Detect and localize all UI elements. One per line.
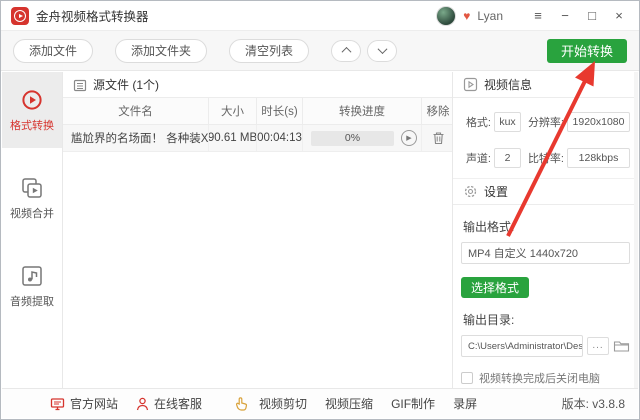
maximize-button[interactable]: □ (582, 8, 602, 23)
file-size: 90.61 MB (209, 125, 257, 151)
open-folder-icon[interactable] (613, 339, 630, 353)
settings-title: 设置 (484, 185, 509, 199)
choose-format-button[interactable]: 选择格式 (461, 277, 530, 298)
move-down-button[interactable] (367, 39, 398, 62)
video-info-title: 视频信息 (484, 78, 533, 92)
preview-play-button[interactable]: ▶ (401, 130, 417, 146)
output-dir-label: 输出目录: (463, 313, 515, 327)
video-info-header: 视频信息 (453, 72, 638, 98)
person-icon (136, 397, 149, 410)
resolution-label: 分辨率: (527, 117, 564, 129)
format-label: 格式: (465, 117, 491, 129)
gear-icon (464, 185, 477, 198)
gif-maker-link[interactable]: GIF制作 (391, 395, 435, 412)
resolution-value[interactable]: 1920x1080 (567, 112, 630, 132)
chevron-down-icon (377, 44, 387, 55)
bitrate-value[interactable]: 128kbps (567, 148, 630, 168)
sidebar-item-video-merge[interactable]: 视频合并 (2, 160, 62, 236)
settings-header: 设置 (453, 179, 638, 205)
table-header: 文件名 大小 时长(s) 转换进度 移除 (63, 98, 452, 125)
col-progress: 转换进度 (303, 98, 422, 124)
move-up-button[interactable] (331, 39, 362, 62)
remove-cell (422, 125, 454, 151)
col-size: 大小 (209, 98, 257, 124)
bitrate-label: 比特率: (527, 153, 564, 165)
video-cut-link[interactable]: 视频剪切 (234, 395, 307, 412)
settings-section: 设置 输出格式: MP4 自定义 1440x720 选择格式 输出目录: C:\… (453, 178, 638, 386)
customer-service-label: 在线客服 (154, 397, 203, 411)
title-bar: 金舟视频格式转换器 ♥ Lyan ≡ − □ × (1, 1, 639, 31)
scrollbar[interactable] (634, 72, 638, 388)
output-format-input[interactable]: MP4 自定义 1440x720 (461, 242, 630, 264)
clear-list-button[interactable]: 清空列表 (229, 38, 310, 63)
output-dir-input[interactable]: C:\Users\Administrator\Deskto (461, 335, 583, 357)
file-list-panel: 源文件 (1个) 文件名 大小 时长(s) 转换进度 移除 尴尬界的名场面！ 各… (63, 72, 453, 388)
hand-pointer-icon (236, 397, 248, 411)
screen-record-link[interactable]: 录屏 (453, 395, 477, 412)
sidebar-item-label: 视频合并 (10, 207, 54, 220)
toolbar: 添加文件 添加文件夹 清空列表 开始转换 (1, 31, 639, 71)
video-cut-label: 视频剪切 (259, 397, 308, 411)
progress-bar: 0% (311, 130, 394, 146)
video-info-fields: 格式: kux 分辨率: 1920x1080 声道: 2 比特率: 128kbp… (461, 98, 630, 178)
video-compress-link[interactable]: 视频压缩 (325, 395, 373, 412)
app-window: 金舟视频格式转换器 ♥ Lyan ≡ − □ × 添加文件 添加文件夹 清空列表… (0, 0, 640, 420)
video-compress-label: 视频压缩 (325, 397, 374, 411)
app-logo-icon (11, 6, 29, 25)
output-format-label: 输出格式: (463, 220, 515, 234)
user-avatar[interactable] (436, 5, 457, 26)
minimize-button[interactable]: − (555, 8, 575, 23)
col-duration: 时长(s) (257, 98, 303, 124)
monitor-icon (50, 397, 65, 410)
main-body: 格式转换 视频合并 音频提取 源文件 (1个) 文件名 大小 时长(s) 转换进… (2, 72, 638, 388)
table-row[interactable]: 尴尬界的名场面！ 各种装X翻... 90.61 MB 00:04:13 0% ▶ (63, 125, 452, 152)
file-list-icon (73, 79, 87, 91)
gif-maker-label: GIF制作 (391, 397, 436, 411)
file-name: 尴尬界的名场面！ 各种装X翻... (63, 125, 209, 151)
col-filename: 文件名 (63, 98, 209, 124)
close-button[interactable]: × (609, 8, 629, 23)
chevron-up-icon (341, 46, 351, 57)
footer: 官方网站 在线客服 视频剪切 视频压缩 GIF制作 录屏 版本: v3.8.8 (2, 388, 638, 418)
format-convert-icon (22, 89, 42, 110)
official-site-link[interactable]: 官方网站 (50, 395, 118, 412)
video-merge-icon (22, 177, 42, 198)
audio-extract-icon (22, 265, 42, 286)
shutdown-checkbox[interactable] (461, 372, 473, 384)
shutdown-checkbox-label: 视频转换完成后关闭电脑 (479, 373, 600, 385)
customer-service-link[interactable]: 在线客服 (136, 395, 202, 412)
source-files-count: 源文件 (1个) (93, 78, 160, 92)
browse-button[interactable]: ... (587, 337, 609, 355)
video-info-icon (463, 77, 478, 92)
add-file-button[interactable]: 添加文件 (13, 38, 94, 63)
app-title: 金舟视频格式转换器 (36, 10, 149, 24)
official-site-label: 官方网站 (70, 397, 119, 411)
right-panel: 视频信息 格式: kux 分辨率: 1920x1080 声道: 2 比特率: 1… (453, 72, 638, 388)
screen-record-label: 录屏 (453, 397, 478, 411)
channels-label: 声道: (465, 153, 491, 165)
add-folder-button[interactable]: 添加文件夹 (115, 38, 208, 63)
file-duration: 00:04:13 (257, 125, 303, 151)
source-files-header: 源文件 (1个) (63, 72, 452, 98)
username[interactable]: Lyan (477, 9, 503, 23)
format-value[interactable]: kux (494, 112, 521, 132)
col-remove: 移除 (426, 106, 450, 118)
progress-cell: 0% ▶ (303, 125, 422, 151)
sidebar-item-label: 音频提取 (10, 295, 54, 308)
vip-heart-icon: ♥ (463, 8, 471, 23)
sidebar: 格式转换 视频合并 音频提取 (2, 72, 63, 388)
sidebar-item-audio-extract[interactable]: 音频提取 (2, 248, 62, 324)
channels-value[interactable]: 2 (494, 148, 521, 168)
version-label: 版本: v3.8.8 (561, 397, 625, 411)
start-convert-button[interactable]: 开始转换 (546, 38, 627, 63)
sidebar-item-label: 格式转换 (10, 119, 54, 132)
menu-icon[interactable]: ≡ (528, 8, 548, 23)
shutdown-option[interactable]: 视频转换完成后关闭电脑 (461, 370, 630, 386)
trash-icon[interactable] (432, 131, 445, 145)
sidebar-item-format-convert[interactable]: 格式转换 (2, 72, 62, 148)
